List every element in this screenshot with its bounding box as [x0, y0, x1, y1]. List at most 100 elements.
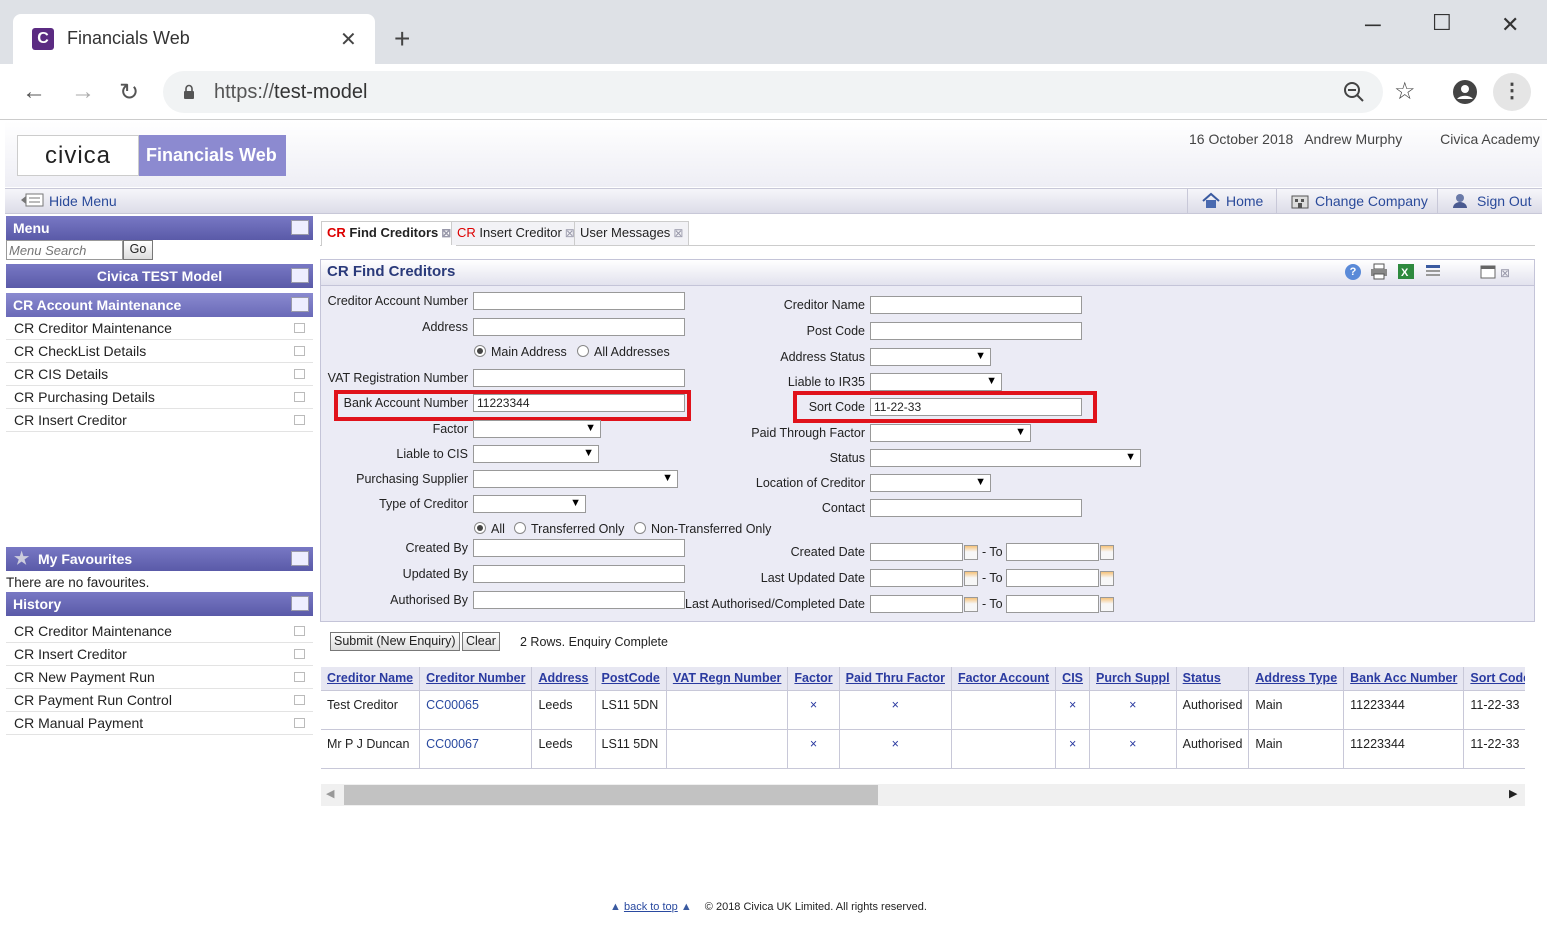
zoom-icon[interactable] — [1343, 81, 1365, 106]
table-row[interactable]: Test Creditor CC00065 Leeds LS11 5DN × ×… — [321, 690, 1525, 730]
menu-item[interactable]: CR CIS Details — [6, 363, 313, 386]
account-icon[interactable] — [1452, 79, 1478, 108]
creditor-name-input[interactable] — [870, 296, 1082, 314]
tab-insert-creditor[interactable]: CR Insert Creditor ⊠ — [451, 221, 581, 245]
created-by-input[interactable] — [473, 539, 685, 557]
authorised-by-input[interactable] — [473, 591, 685, 609]
column-header[interactable]: CIS — [1055, 667, 1091, 691]
location-of-creditor-select[interactable] — [870, 474, 991, 492]
excel-export-icon[interactable]: X — [1397, 263, 1415, 283]
menu-item-label[interactable]: CR CIS Details — [14, 366, 108, 382]
column-header[interactable]: Bank Acc Number — [1343, 667, 1465, 691]
print-icon[interactable] — [1370, 263, 1388, 283]
back-icon[interactable]: ← — [22, 78, 46, 106]
open-link-icon[interactable] — [294, 672, 305, 682]
panel-toggle-icon[interactable] — [291, 220, 309, 235]
section-header[interactable]: CR Account Maintenance — [6, 293, 313, 317]
home-icon[interactable] — [1201, 192, 1221, 212]
panel-toggle-icon[interactable] — [291, 268, 309, 283]
menu-item[interactable]: CR Creditor Maintenance — [6, 317, 313, 340]
menu-item[interactable]: CR CheckList Details — [6, 340, 313, 363]
history-item-label[interactable]: CR Insert Creditor — [14, 646, 127, 662]
last-updated-date-from-input[interactable] — [870, 569, 963, 587]
updated-by-input[interactable] — [473, 565, 685, 583]
table-row[interactable]: Mr P J Duncan CC00067 Leeds LS11 5DN × ×… — [321, 729, 1525, 769]
calendar-icon[interactable] — [964, 571, 978, 586]
menu-item[interactable]: CR Insert Creditor — [6, 409, 313, 432]
column-header[interactable]: Factor — [787, 667, 840, 691]
column-header[interactable]: PostCode — [595, 667, 667, 691]
liable-to-cis-select[interactable] — [473, 445, 599, 463]
panel-up-icon[interactable] — [291, 297, 309, 312]
history-item[interactable]: CR Manual Payment — [6, 712, 313, 735]
columns-icon[interactable] — [1424, 263, 1442, 283]
transferred-only-radio[interactable] — [514, 522, 526, 534]
all-radio[interactable] — [474, 522, 486, 534]
column-header[interactable]: VAT Regn Number — [666, 667, 789, 691]
contact-input[interactable] — [870, 499, 1082, 517]
bank-account-number-input[interactable]: 11223344 — [473, 394, 685, 412]
column-header[interactable]: Factor Account — [951, 667, 1057, 691]
minimize-icon[interactable]: ─ — [1365, 12, 1381, 38]
open-link-icon[interactable] — [294, 346, 305, 356]
column-header[interactable]: Status — [1176, 667, 1250, 691]
liable-to-ir35-select[interactable] — [870, 373, 1002, 391]
purchasing-supplier-select[interactable] — [473, 470, 678, 488]
creditor-number-link[interactable]: CC00067 — [419, 729, 533, 769]
open-link-icon[interactable] — [294, 695, 305, 705]
home-link[interactable]: Home — [1226, 193, 1263, 209]
tab-find-creditors[interactable]: CR Find Creditors ⊠ — [321, 221, 458, 246]
open-link-icon[interactable] — [294, 369, 305, 379]
history-item-label[interactable]: CR New Payment Run — [14, 669, 155, 685]
forward-icon[interactable]: → — [71, 78, 95, 106]
open-link-icon[interactable] — [294, 718, 305, 728]
calendar-icon[interactable] — [964, 545, 978, 560]
post-code-input[interactable] — [870, 322, 1082, 340]
url-text[interactable]: https://test-model — [214, 81, 367, 104]
star-icon[interactable]: ☆ — [1394, 77, 1416, 106]
menu-search-go-button[interactable]: Go — [123, 240, 153, 260]
sign-out-icon[interactable] — [1451, 192, 1471, 212]
window-close-icon[interactable]: ✕ — [1501, 12, 1519, 38]
maximize-icon[interactable]: ☐ — [1432, 10, 1452, 36]
hide-menu-icon[interactable] — [20, 193, 44, 207]
last-updated-date-to-input[interactable] — [1006, 569, 1099, 587]
all-addresses-radio[interactable] — [577, 345, 589, 357]
sign-out-link[interactable]: Sign Out — [1477, 193, 1531, 209]
creditor-account-number-input[interactable] — [473, 292, 685, 310]
history-item-label[interactable]: CR Creditor Maintenance — [14, 623, 172, 639]
status-select[interactable] — [870, 449, 1141, 467]
menu-item-label[interactable]: CR Insert Creditor — [14, 412, 127, 428]
paid-through-factor-select[interactable] — [870, 424, 1031, 442]
panel-toggle-icon[interactable] — [291, 596, 309, 611]
address-status-select[interactable] — [870, 348, 991, 366]
submit-new-enquiry-button[interactable]: Submit (New Enquiry) — [330, 632, 460, 651]
calendar-icon[interactable] — [964, 597, 978, 612]
scrollbar-thumb[interactable] — [344, 785, 878, 805]
main-address-radio[interactable] — [474, 345, 486, 357]
scroll-left-icon[interactable]: ◀ — [326, 787, 334, 800]
menu-dots-icon[interactable]: ⋮ — [1493, 73, 1531, 111]
change-company-link[interactable]: Change Company — [1315, 193, 1428, 209]
calendar-icon[interactable] — [1100, 571, 1114, 586]
panel-window-icon[interactable]: ⊠ — [1480, 264, 1512, 283]
tab-close-icon[interactable]: ✕ — [340, 27, 357, 52]
vat-registration-number-input[interactable] — [473, 369, 685, 387]
back-to-top-link[interactable]: back to top — [624, 901, 678, 913]
scroll-right-icon[interactable]: ▶ — [1509, 787, 1517, 800]
column-header[interactable]: Creditor Name — [321, 667, 421, 691]
address-input[interactable] — [473, 318, 685, 336]
tab-user-messages[interactable]: User Messages ⊠ — [574, 221, 690, 245]
menu-search-input[interactable] — [6, 240, 123, 260]
open-link-icon[interactable] — [294, 649, 305, 659]
history-item[interactable]: CR Payment Run Control — [6, 689, 313, 712]
new-tab-button[interactable]: + — [394, 23, 410, 55]
column-header[interactable]: Address — [531, 667, 596, 691]
menu-item-label[interactable]: CR Purchasing Details — [14, 389, 155, 405]
column-header[interactable]: Address Type — [1248, 667, 1345, 691]
calendar-icon[interactable] — [1100, 545, 1114, 560]
column-header[interactable]: Sort Code — [1463, 667, 1525, 691]
open-link-icon[interactable] — [294, 392, 305, 402]
menu-item-label[interactable]: CR CheckList Details — [14, 343, 146, 359]
history-item-label[interactable]: CR Manual Payment — [14, 715, 143, 731]
